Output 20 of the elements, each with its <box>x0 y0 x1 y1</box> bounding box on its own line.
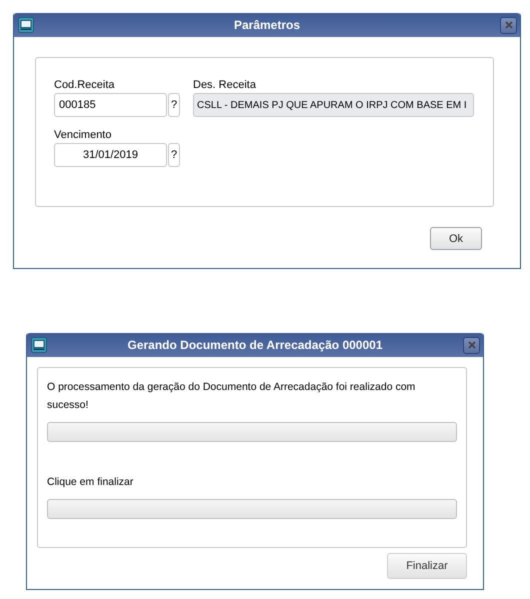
date-field[interactable]: 31/01/2019 <box>54 143 167 167</box>
ok-button[interactable]: Ok <box>430 227 482 250</box>
close-icon <box>504 21 512 29</box>
close-icon <box>468 341 476 349</box>
monitor-icon <box>31 337 47 353</box>
finish-button[interactable]: Finalizar <box>387 553 467 579</box>
lookup-button[interactable]: ? <box>168 143 180 167</box>
lookup-button[interactable]: ? <box>168 93 180 117</box>
text-field[interactable]: CSLL - DEMAIS PJ QUE APURAM O IRPJ COM BASE EM I <box>193 93 474 117</box>
status-message: O processamento da geração do Documento de Arrecadação foi realizado com sucesso! <box>47 380 416 413</box>
field-label: Cod.Receita <box>54 78 116 92</box>
status-message: Clique em finalizar <box>47 475 134 490</box>
text-field[interactable]: 000185 <box>54 93 167 117</box>
field-label: Vencimento <box>54 128 112 142</box>
monitor-icon <box>18 17 34 33</box>
window-title: Parâmetros <box>232 18 302 32</box>
close-button[interactable] <box>463 336 480 354</box>
field-label: Des. Receita <box>193 78 257 92</box>
window-title: Gerando Documento de Arrecadação 000001 <box>126 338 384 352</box>
close-button[interactable] <box>500 16 517 34</box>
